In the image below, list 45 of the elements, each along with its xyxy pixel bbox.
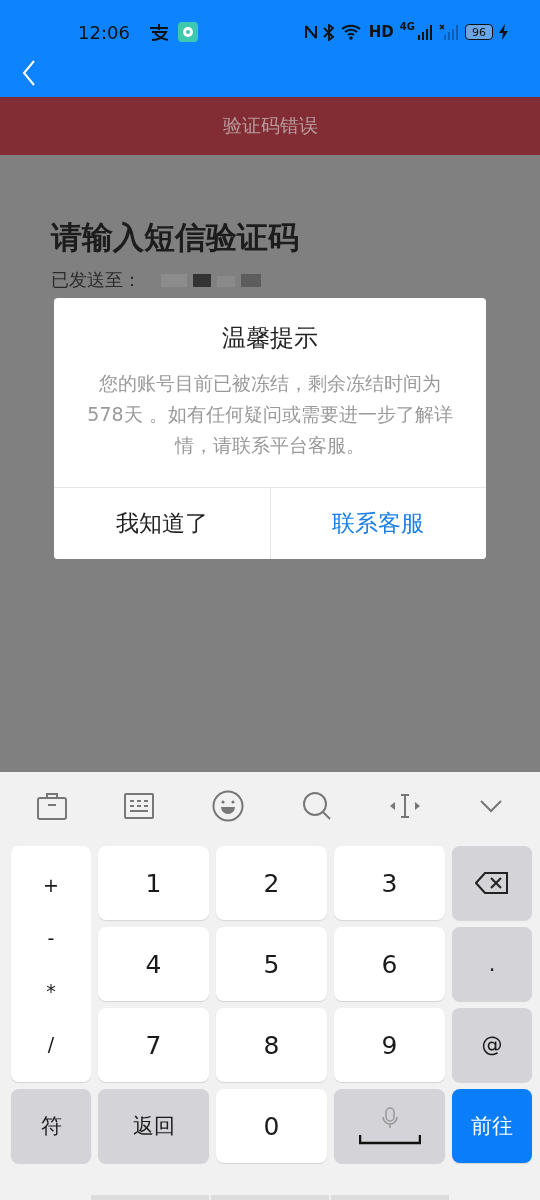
wifi-icon [340,24,363,40]
briefcase-icon[interactable] [36,792,67,820]
keyboard-key[interactable]: 7 [98,1008,209,1082]
keyboard-key[interactable]: 1 [98,846,209,920]
error-banner: 验证码错误 [0,97,540,155]
page-title: 请输入短信验证码 [51,218,300,257]
keyboard-icon[interactable] [124,793,155,819]
keyboard-key[interactable]: 5 [216,927,327,1001]
hd-label: HD [368,23,394,41]
dialog-title: 温馨提示 [221,323,319,354]
dialog-message: 您的账号目前已被冻结，剩余冻结时间为 578天 。如有任何疑问或需要进一步了解详情，请联系平台客服。 [86,371,454,458]
keyboard-key[interactable]: @ [452,1008,532,1082]
microphone-icon [381,1107,398,1129]
back-icon[interactable] [22,60,36,86]
keyboard-key[interactable]: 8 [216,1008,327,1082]
keyboard-key[interactable]: . [452,927,532,1001]
keyboard-key[interactable]: 4 [98,927,209,1001]
keyboard-key[interactable]: 返回 [98,1089,209,1163]
nfc-icon [304,24,317,40]
no-signal-icon [439,24,459,40]
emoji-icon[interactable] [212,790,245,822]
collapse-chevron-icon[interactable] [479,799,504,813]
cursor-move-icon[interactable] [389,794,422,818]
keyboard-key[interactable]: 6 [334,927,445,1001]
keyboard-key[interactable]: 0 [216,1089,327,1163]
network-label: 4G [399,21,415,32]
go-key[interactable]: 前往 [452,1089,532,1163]
backspace-key[interactable] [452,846,532,920]
search-icon[interactable] [301,791,332,821]
sent-to-label: 已发送至： [51,268,141,292]
battery-level: 96 [465,24,493,40]
symbol-key[interactable]: + - * / [11,846,91,1082]
pay-app-icon [147,23,170,41]
backspace-icon [475,872,509,894]
keyboard-key[interactable]: 9 [334,1008,445,1082]
contact-support-button[interactable]: 联系客服 [269,488,486,559]
signal-icon [417,24,433,40]
space-bar-icon [358,1135,421,1145]
keyboard-key[interactable]: 符 [11,1089,91,1163]
clock-time: 12:06 [78,21,130,43]
chat-app-icon [177,22,198,42]
keyboard-key[interactable]: 2 [216,846,327,920]
bluetooth-icon [322,23,335,41]
keyboard-key[interactable]: 3 [334,846,445,920]
charging-icon [499,24,508,40]
